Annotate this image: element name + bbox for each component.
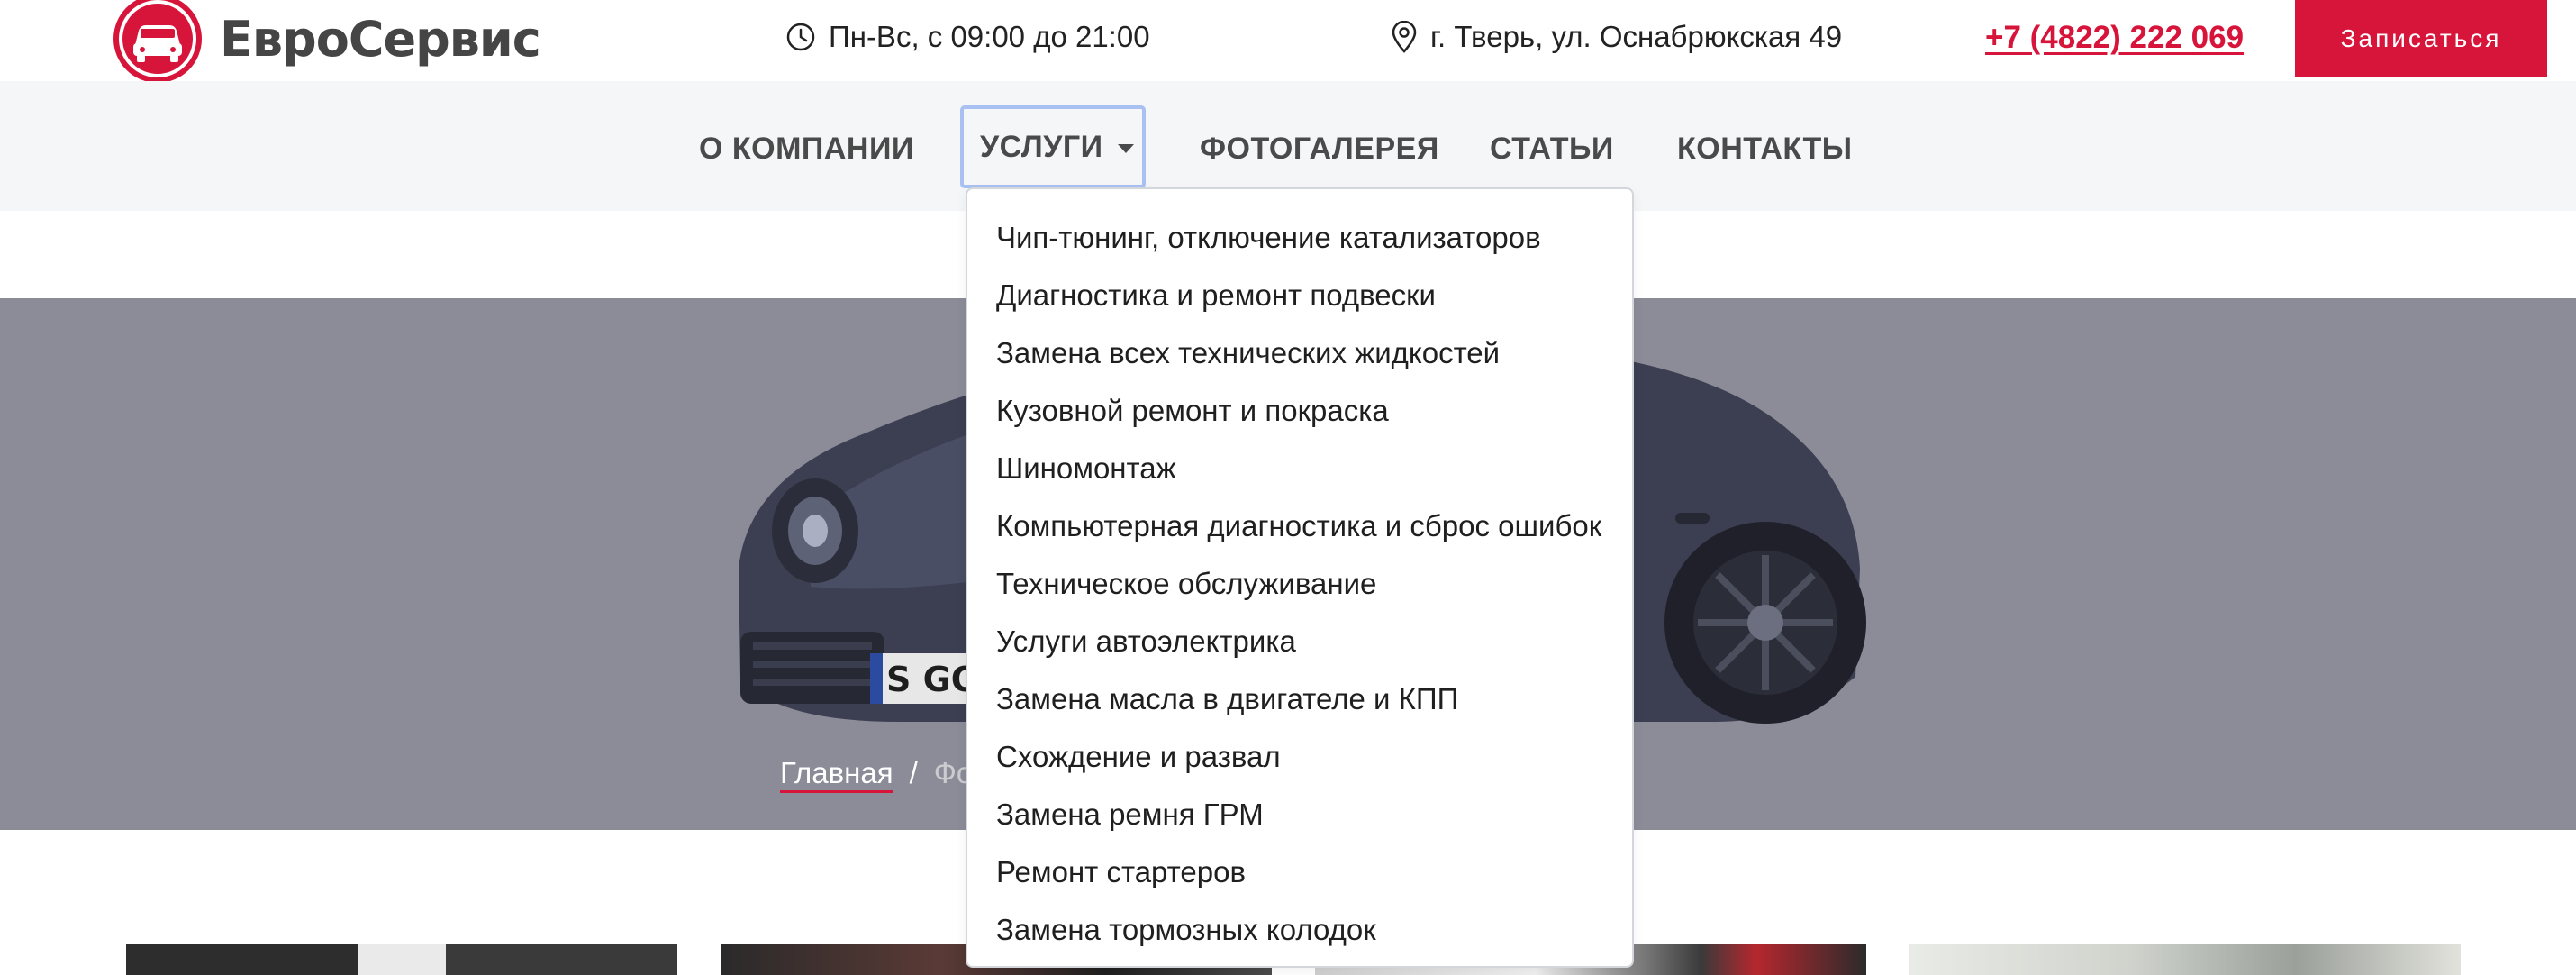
nav-item-services-label: УСЛУГИ	[980, 129, 1103, 164]
hours-text: Пн-Вс, с 09:00 до 21:00	[829, 20, 1150, 53]
dropdown-item-fluids[interactable]: Замена всех технических жидкостей	[967, 324, 1632, 382]
caret-down-icon	[1117, 144, 1134, 153]
brand-logo[interactable]: ЕвроСервис	[113, 0, 541, 83]
nav-item-services[interactable]: УСЛУГИ	[960, 105, 1146, 188]
dropdown-item-body-repair[interactable]: Кузовной ремонт и покраска	[967, 382, 1632, 440]
dropdown-item-brake-pads[interactable]: Замена тормозных колодок	[967, 901, 1632, 959]
dropdown-item-alignment[interactable]: Схождение и развал	[967, 728, 1632, 786]
dropdown-item-auto-electric[interactable]: Услуги автоэлектрика	[967, 613, 1632, 670]
dropdown-item-tire-service[interactable]: Шиномонтаж	[967, 440, 1632, 497]
dropdown-item-maintenance[interactable]: Техническое обслуживание	[967, 555, 1632, 613]
dropdown-item-oil-change[interactable]: Замена масла в двигателе и КПП	[967, 670, 1632, 728]
dropdown-item-chip-tuning[interactable]: Чип-тюнинг, отключение катализаторов	[967, 209, 1632, 267]
car-logo-icon	[113, 0, 202, 83]
breadcrumb-separator: /	[909, 756, 918, 789]
working-hours: Пн-Вс, с 09:00 до 21:00	[785, 20, 1150, 54]
breadcrumb-home-link[interactable]: Главная	[780, 756, 893, 790]
map-pin-icon	[1391, 21, 1418, 53]
dropdown-item-starter-repair[interactable]: Ремонт стартеров	[967, 843, 1632, 901]
address-text: г. Тверь, ул. Оснабрюкская 49	[1430, 20, 1843, 53]
brand-name: ЕвроСервис	[220, 10, 541, 68]
breadcrumb: Главная / Фо	[780, 756, 973, 790]
dropdown-item-computer-diagnostics[interactable]: Компьютерная диагностика и сброс ошибок	[967, 497, 1632, 555]
clock-icon	[785, 22, 816, 52]
dropdown-item-suspension[interactable]: Диагностика и ремонт подвески	[967, 267, 1632, 324]
nav-item-about[interactable]: О КОМПАНИИ	[699, 132, 914, 167]
nav-item-gallery[interactable]: ФОТОГАЛЕРЕЯ	[1200, 132, 1439, 167]
signup-button[interactable]: Записаться	[2295, 0, 2547, 77]
gallery-thumbnail[interactable]	[1909, 944, 2461, 975]
address: г. Тверь, ул. Оснабрюкская 49	[1391, 20, 1842, 54]
phone-link[interactable]: +7 (4822) 222 069	[1985, 20, 2244, 56]
gallery-thumbnail[interactable]	[126, 944, 677, 975]
nav-item-contacts[interactable]: КОНТАКТЫ	[1677, 132, 1853, 167]
nav-item-articles[interactable]: СТАТЬИ	[1490, 132, 1614, 167]
services-dropdown-menu: Чип-тюнинг, отключение катализаторов Диа…	[966, 187, 1634, 968]
site-header: ЕвроСервис Пн-Вс, с 09:00 до 21:00 г. Тв…	[0, 0, 2576, 83]
dropdown-item-timing-belt[interactable]: Замена ремня ГРМ	[967, 786, 1632, 843]
